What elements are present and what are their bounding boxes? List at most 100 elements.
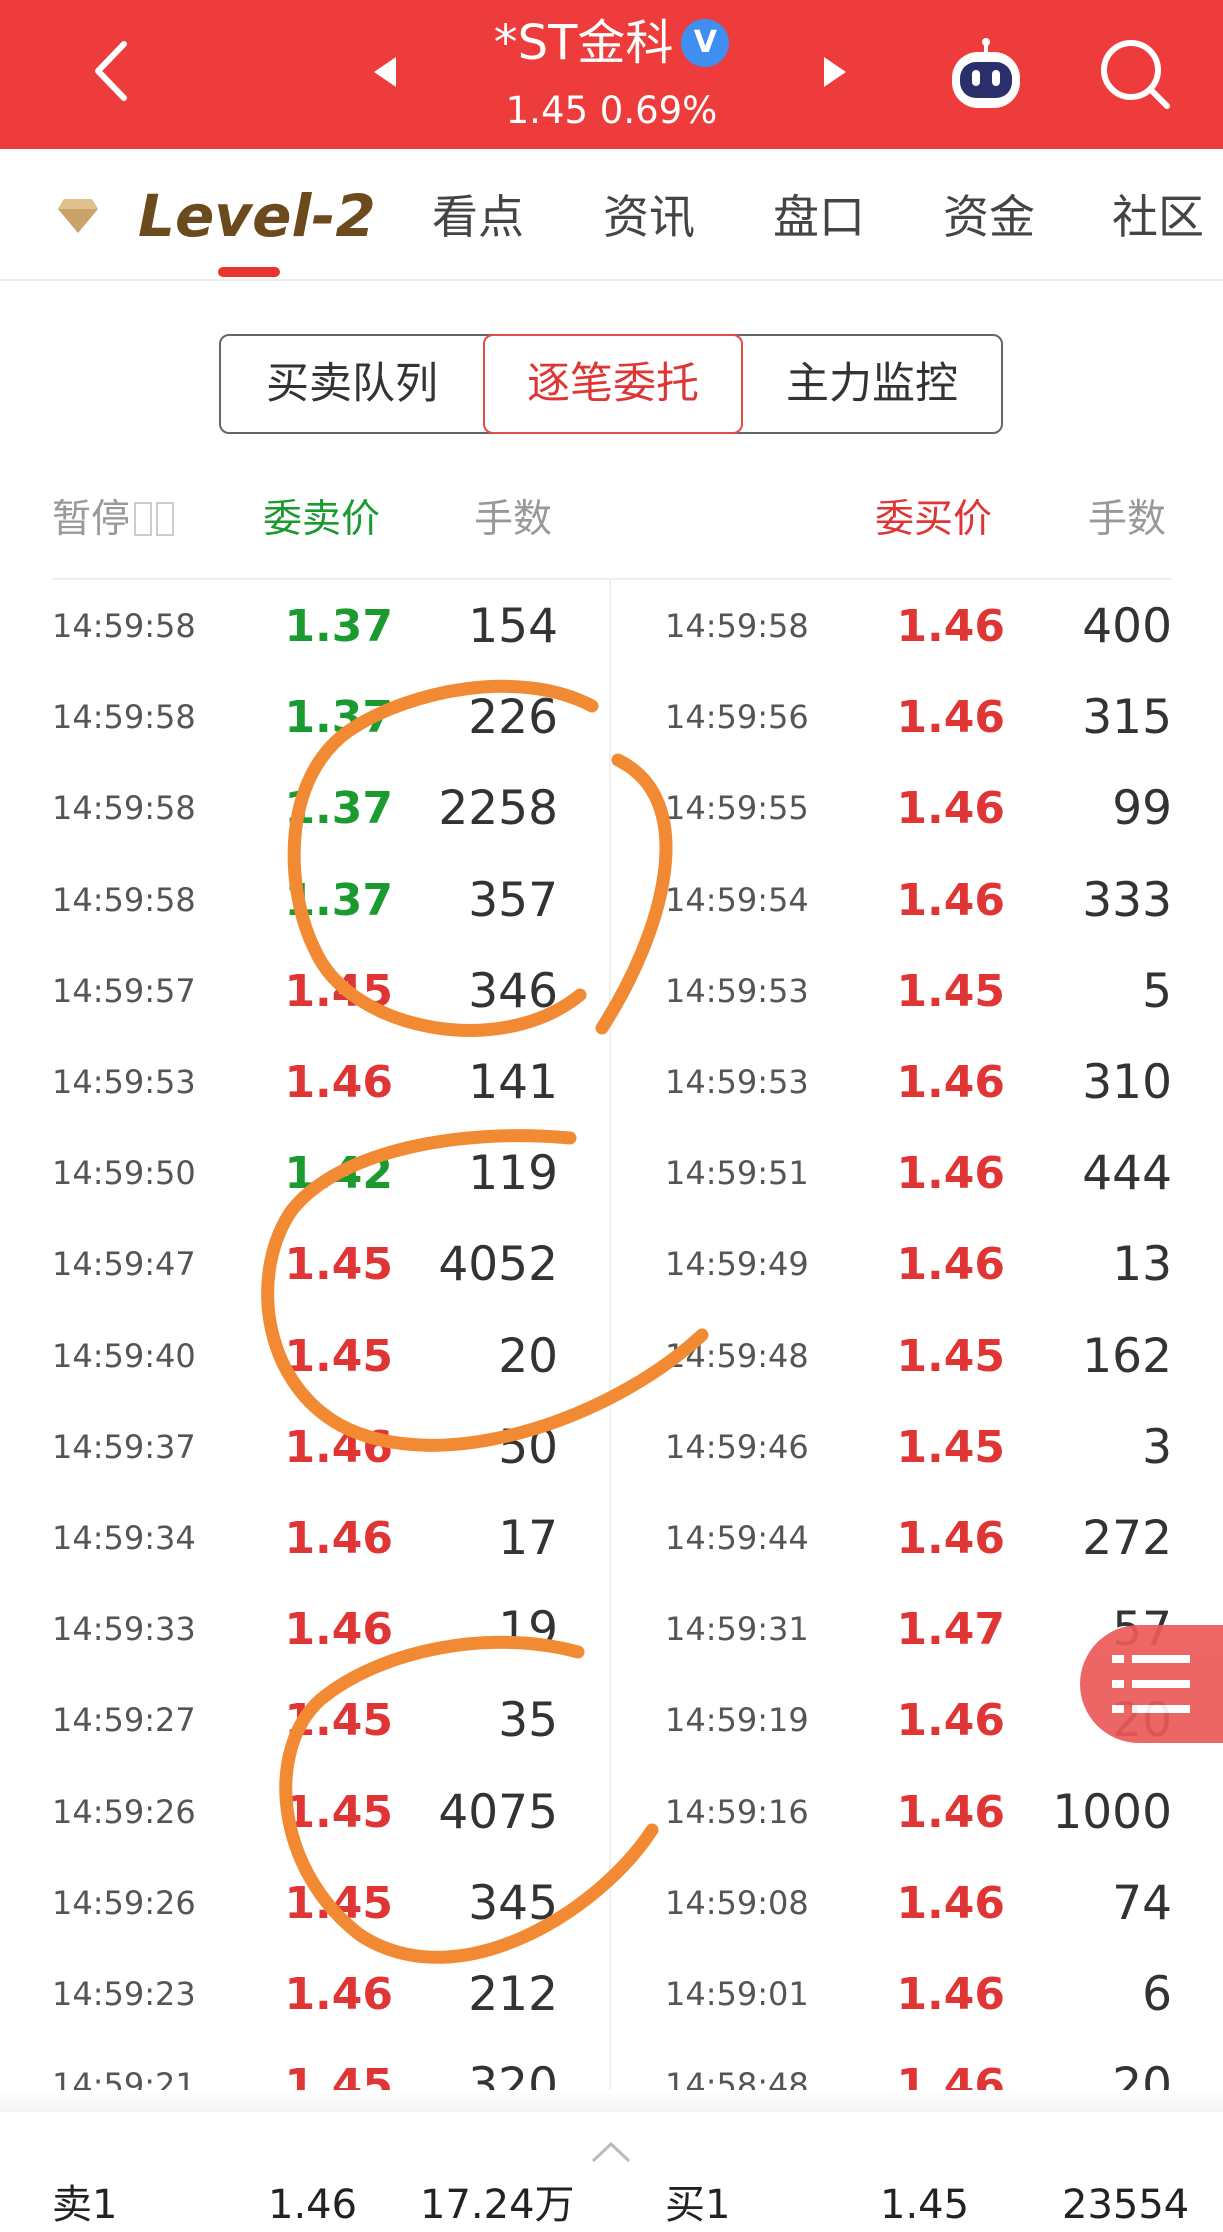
header-divider [52, 578, 1172, 580]
buy-order-volume: 6 [1142, 1967, 1172, 2022]
buy-order-row: 14:59:08 1.46 74 [0, 1858, 1223, 1949]
expand-up-icon[interactable] [590, 2140, 632, 2164]
tab-level2-label: Level-2 [138, 182, 376, 250]
buy-order-row: 14:59:51 1.46 444 [0, 1128, 1223, 1219]
buy-price-header: 委买价 [875, 497, 993, 542]
segment-queue[interactable]: 买卖队列 [221, 336, 483, 432]
buy-order-time: 14:59:58 [665, 607, 809, 645]
buy-order-row: 14:59:191.4620 [0, 1675, 1223, 1766]
stock-change: 0.69% [599, 89, 718, 132]
segment-main-force[interactable]: 主力监控 [743, 336, 1001, 432]
buy-order-time: 14:59:46 [665, 1427, 809, 1466]
buy-order-price: 1.46 [896, 601, 1005, 652]
buy-order-volume: 272 [1082, 1511, 1172, 1566]
ask1-volume: 17.24万 [420, 2182, 575, 2228]
diamond-icon [58, 199, 98, 233]
buy-order-row: 14:59:56 1.46 315 [0, 672, 1223, 763]
ask1-label: 卖1 [52, 2182, 118, 2228]
buy-order-time: 14:59:19 [665, 1701, 809, 1740]
buy-order-volume: 315 [1082, 690, 1172, 746]
tab-community[interactable]: 社区 [1112, 187, 1207, 247]
buy-order-price: 1.46 [896, 1239, 1005, 1291]
stock-title: *ST金科 V [0, 10, 1223, 73]
verified-icon: V [681, 19, 730, 67]
buy-order-price: 1.46 [896, 783, 1005, 835]
buy-order-volume: 99 [1112, 781, 1172, 837]
bottom-shadow [0, 2090, 1223, 2112]
buy-volume-header: 手数 [1088, 497, 1167, 542]
tab-highlights[interactable]: 看点 [432, 187, 524, 247]
stock-price: 1.45 [505, 89, 589, 132]
buy-order-price: 1.46 [896, 874, 1005, 926]
list-icon [1112, 1655, 1190, 1713]
tab-bar: Level-2 看点 资讯 盘口 资金 社区 [0, 149, 1223, 281]
buy-order-row: 14:59:46 1.45 3 [0, 1402, 1223, 1493]
buy-order-row: 14:59:49 1.46 13 [0, 1219, 1223, 1310]
buy-order-time: 14:59:31 [665, 1610, 809, 1649]
buy-order-row: 14:59:16 1.46 1000 [0, 1767, 1223, 1858]
buy-order-price: 1.46 [896, 1695, 1005, 1747]
pause-icon [156, 502, 175, 536]
buy-order-price: 1.46 [896, 1969, 1005, 2020]
buy-order-price: 1.47 [896, 1604, 1005, 1656]
buy-order-row: 14:59:55 1.46 99 [0, 763, 1223, 854]
buy-order-price: 1.46 [896, 1057, 1005, 1108]
floating-menu-button[interactable] [1080, 1625, 1223, 1743]
buy-order-time: 14:59:53 [665, 971, 809, 1010]
bid1-volume: 23554 [1062, 2182, 1190, 2228]
stock-name: *ST金科 [493, 15, 674, 71]
buy-order-time: 14:59:49 [665, 1245, 809, 1284]
buy-order-row: 14:59:311.4757 [0, 1584, 1223, 1675]
buy-order-volume: 13 [1112, 1237, 1172, 1293]
stock-quote: 1.45 0.69% [0, 86, 1223, 136]
sell-price-header: 委卖价 [263, 497, 381, 542]
buy-order-volume: 162 [1082, 1328, 1172, 1384]
tab-order-book[interactable]: 盘口 [773, 187, 865, 247]
buy-order-volume: 5 [1142, 963, 1172, 1019]
buy-order-time: 14:59:16 [665, 1792, 809, 1831]
sell-volume-header: 手数 [474, 497, 553, 542]
buy-order-time: 14:59:51 [665, 1154, 809, 1193]
buy-order-row: 14:59:01 1.46 6 [0, 1949, 1223, 2040]
buy-order-row: 14:59:53 1.45 5 [0, 946, 1223, 1037]
pause-label: 暂停 [52, 497, 131, 542]
search-icon[interactable] [1095, 34, 1175, 114]
buy-order-row: 14:59:48 1.45 162 [0, 1311, 1223, 1402]
buy-order-row: 14:59:58 1.46 400 [0, 581, 1223, 672]
buy-order-time: 14:59:01 [665, 1975, 809, 2013]
buy-order-price: 1.46 [896, 1877, 1005, 1929]
buy-order-volume: 1000 [1052, 1784, 1172, 1840]
tab-capital-flow[interactable]: 资金 [943, 187, 1035, 247]
buy-order-price: 1.46 [896, 1148, 1005, 1200]
buy-order-volume: 74 [1112, 1875, 1172, 1931]
robot-assistant-icon[interactable] [946, 36, 1026, 116]
buy-order-time: 14:59:08 [665, 1883, 809, 1922]
buy-order-price: 1.46 [896, 1786, 1005, 1838]
buy-order-row: 14:59:53 1.46 310 [0, 1037, 1223, 1128]
buy-order-price: 1.45 [896, 965, 1005, 1017]
buy-order-volume: 444 [1082, 1146, 1172, 1202]
next-stock-icon[interactable] [820, 55, 850, 89]
ask1-price: 1.46 [268, 2182, 358, 2228]
buy-order-row: 14:59:54 1.46 333 [0, 855, 1223, 946]
view-switcher: 买卖队列 逐笔委托 主力监控 [219, 334, 1003, 434]
active-tab-indicator [218, 267, 280, 277]
buy-order-price: 1.46 [896, 692, 1005, 744]
pause-toggle[interactable]: 暂停 [52, 490, 175, 550]
buy-order-time: 14:59:53 [665, 1063, 809, 1101]
buy-order-time: 14:59:48 [665, 1336, 809, 1375]
tab-news[interactable]: 资讯 [603, 187, 695, 247]
buy-order-time: 14:59:55 [665, 789, 809, 828]
buy-order-time: 14:59:56 [665, 698, 809, 737]
buy-order-volume: 400 [1082, 599, 1172, 654]
buy-order-volume: 3 [1142, 1419, 1172, 1475]
buy-order-volume: 333 [1082, 872, 1172, 928]
buy-order-price: 1.46 [896, 1513, 1005, 1564]
buy-order-price: 1.45 [896, 1421, 1005, 1473]
pause-icon [134, 502, 153, 536]
top-bar: *ST金科 V 1.45 0.69% [0, 0, 1223, 149]
buy-order-price: 1.45 [896, 1330, 1005, 1382]
bid1-price: 1.45 [880, 2182, 970, 2228]
buy-order-volume: 310 [1082, 1055, 1172, 1110]
segment-tick-orders[interactable]: 逐笔委托 [483, 334, 743, 434]
